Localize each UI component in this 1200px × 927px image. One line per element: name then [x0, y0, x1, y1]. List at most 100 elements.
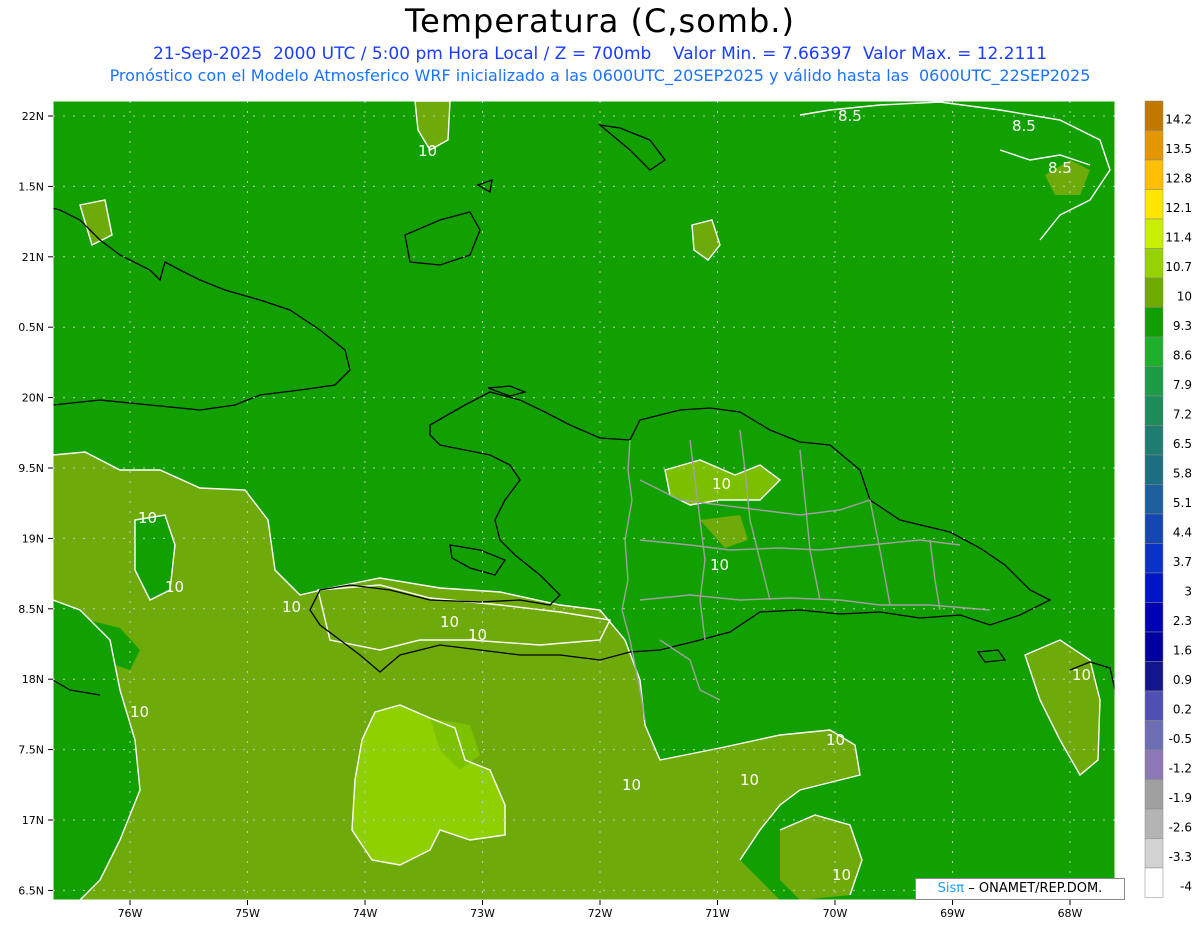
lat-tick-label: 8.5N — [18, 603, 44, 616]
colorbar-label: 10 — [1177, 289, 1192, 303]
colorbar-swatch — [1144, 277, 1164, 308]
colorbar-swatch — [1144, 779, 1164, 810]
colorbar-label: 12.1 — [1165, 201, 1192, 215]
colorbar-swatch — [1144, 130, 1164, 161]
lon-tick-label: 76W — [118, 907, 143, 920]
colorbar-label: 13.5 — [1165, 142, 1192, 156]
lat-tick-label: 0.5N — [18, 321, 44, 334]
lon-tick-label: 71W — [705, 907, 730, 920]
colorbar-swatch — [1144, 572, 1164, 603]
colorbar-label: 5.8 — [1173, 466, 1192, 480]
colorbar-swatch — [1144, 513, 1164, 544]
colorbar-label: 0.9 — [1173, 673, 1192, 687]
lon-tick-label: 70W — [823, 907, 848, 920]
contour-label: 10 — [130, 703, 149, 721]
lat-tick-label: 9.5N — [18, 462, 44, 475]
colorbar-swatch — [1144, 366, 1164, 397]
lat-tick-label: 21N — [22, 251, 44, 264]
colorbar-swatch — [1144, 749, 1164, 780]
colorbar-label: 0.2 — [1173, 702, 1192, 716]
lon-tick-label: 73W — [470, 907, 495, 920]
colorbar-swatch — [1144, 100, 1164, 131]
colorbar-swatch — [1144, 395, 1164, 426]
contour-label: 10 — [622, 776, 641, 794]
colorbar-label: 1.6 — [1173, 643, 1192, 657]
contour-label: 10 — [418, 142, 437, 160]
contour-label: 8.5 — [1048, 159, 1072, 177]
colorbar-swatch — [1144, 661, 1164, 692]
lat-tick-label: 6.5N — [18, 884, 44, 897]
contour-label: 10 — [468, 626, 487, 644]
lat-tick-label: 7.5N — [18, 744, 44, 757]
colorbar-swatch — [1144, 336, 1164, 367]
colorbar-label: -3.3 — [1169, 850, 1192, 864]
contour-label: 8.5 — [1012, 117, 1036, 135]
colorbar-label: -0.5 — [1169, 732, 1192, 746]
credit-sis-logo: Sisπ — [937, 881, 965, 896]
colorbar-swatch — [1144, 720, 1164, 751]
colorbar-swatch — [1144, 425, 1164, 456]
colorbar-label: 10.7 — [1165, 260, 1192, 274]
colorbar-swatch — [1144, 808, 1164, 839]
colorbar-label: -4 — [1180, 879, 1192, 893]
lat-tick-label: 17N — [22, 814, 44, 827]
colorbar-swatch — [1144, 867, 1164, 898]
colorbar-swatch — [1144, 543, 1164, 574]
colorbar-label: -1.2 — [1169, 761, 1192, 775]
contour-label: 10 — [712, 475, 731, 493]
lat-tick-label: 19N — [22, 532, 44, 545]
latitude-labels: 22N 1.5N 21N 0.5N 20N 9.5N 19N 8.5N 18N 7.5N 17N 6.… — [18, 110, 53, 897]
lon-tick-label: 72W — [588, 907, 613, 920]
field-olive-se2 — [780, 815, 862, 900]
lon-tick-label: 74W — [353, 907, 378, 920]
colorbar-label: 7.9 — [1173, 378, 1192, 392]
contour-label: 10 — [1072, 666, 1091, 684]
contour-label: 10 — [138, 509, 157, 527]
colorbar-swatch — [1144, 454, 1164, 485]
contour-label: 10 — [165, 578, 184, 596]
contour-label: 10 — [710, 556, 729, 574]
contour-label: 8.5 — [838, 107, 862, 125]
colorbar-swatch — [1144, 690, 1164, 721]
colorbar-swatch — [1144, 484, 1164, 515]
lon-tick-label: 75W — [235, 907, 260, 920]
colorbar-label: 14.2 — [1165, 112, 1192, 126]
colorbar-swatch — [1144, 218, 1164, 249]
contour-label: 10 — [282, 598, 301, 616]
colorbar-swatch — [1144, 307, 1164, 338]
contour-label: 10 — [740, 771, 759, 789]
lon-tick-label: 68W — [1058, 907, 1083, 920]
colorbar-label: -1.9 — [1169, 791, 1192, 805]
temperature-map: 10 8.5 8.5 8.5 10 10 10 10 10 10 10 10 1… — [18, 100, 1192, 920]
contour-label: 10 — [440, 613, 459, 631]
colorbar-swatch — [1144, 602, 1164, 633]
colorbar-label: 3 — [1184, 584, 1192, 598]
map-field: 10 8.5 8.5 8.5 10 10 10 10 10 10 10 10 1… — [53, 101, 1115, 900]
colorbar-swatch — [1144, 248, 1164, 279]
longitude-labels: 76W 75W 74W 73W 72W 71W 70W 69W 68W — [118, 900, 1083, 920]
colorbar-swatch — [1144, 189, 1164, 220]
colorbar-swatch — [1144, 631, 1164, 662]
colorbar-swatch — [1144, 838, 1164, 869]
credit-text: – ONAMET/REP.DOM. — [968, 881, 1103, 896]
colorbar: 14.2 13.5 12.8 12.1 11.4 10.7 10 9.3 8.6 7.9 7.2 6.… — [1144, 100, 1192, 898]
contour-label: 10 — [826, 731, 845, 749]
colorbar-label: 7.2 — [1173, 407, 1192, 421]
credit-box: Sisπ – ONAMET/REP.DOM. — [915, 878, 1125, 900]
colorbar-label: 8.6 — [1173, 348, 1192, 362]
colorbar-label: 5.1 — [1173, 496, 1192, 510]
colorbar-label: 4.4 — [1173, 525, 1192, 539]
colorbar-label: 6.5 — [1173, 437, 1192, 451]
lat-tick-label: 22N — [22, 110, 44, 123]
lat-tick-label: 1.5N — [18, 180, 44, 193]
colorbar-label: 12.8 — [1165, 171, 1192, 185]
lat-tick-label: 18N — [22, 673, 44, 686]
colorbar-label: 9.3 — [1173, 319, 1192, 333]
colorbar-label: -2.6 — [1169, 820, 1192, 834]
colorbar-label: 2.3 — [1173, 614, 1192, 628]
colorbar-label: 3.7 — [1173, 555, 1192, 569]
lon-tick-label: 69W — [940, 907, 965, 920]
colorbar-label: 11.4 — [1165, 230, 1192, 244]
colorbar-swatch — [1144, 159, 1164, 190]
lat-tick-label: 20N — [22, 392, 44, 405]
